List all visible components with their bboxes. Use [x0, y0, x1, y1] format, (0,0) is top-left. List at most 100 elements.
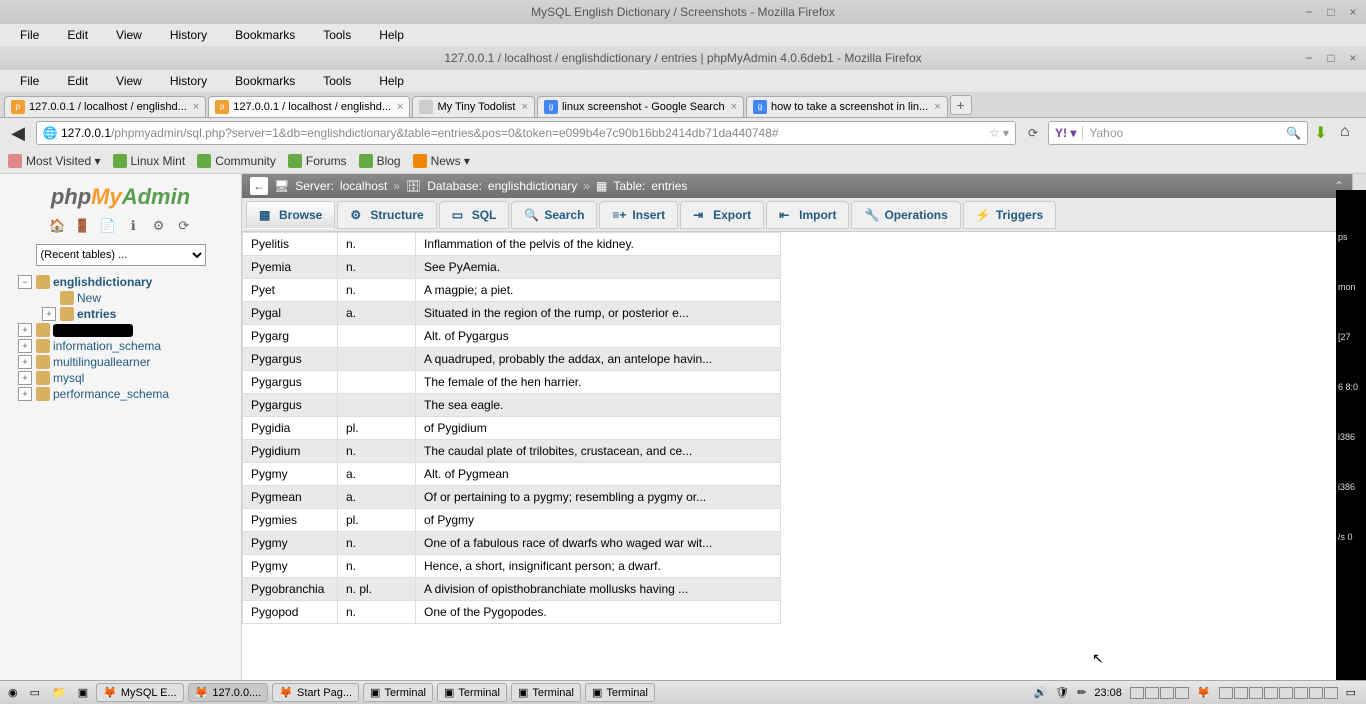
menu-file[interactable]: File [8, 72, 51, 90]
table-row[interactable]: PygargusThe female of the hen harrier. [243, 371, 781, 394]
settings-icon[interactable]: ⚙ [150, 218, 168, 236]
tree-item[interactable]: +entries [4, 306, 237, 322]
pma-tab-structure[interactable]: ⚙Structure [337, 201, 436, 229]
close-icon[interactable]: × [1346, 51, 1360, 65]
bookmark-item[interactable]: Blog [359, 154, 401, 168]
bookmark-item[interactable]: Forums [288, 154, 347, 168]
table-row[interactable]: Pygmya.Alt. of Pygmean [243, 463, 781, 486]
pma-tab-search[interactable]: 🔍Search [511, 201, 597, 229]
table-row[interactable]: PygargusA quadruped, probably the addax,… [243, 348, 781, 371]
pma-tab-export[interactable]: ⇥Export [680, 201, 764, 229]
downloads-icon[interactable]: ⬇ [1314, 123, 1334, 143]
tree-item[interactable]: +performance_schema [4, 386, 237, 402]
window-list-icon[interactable]: ▭ [1346, 686, 1356, 699]
menu-help[interactable]: Help [367, 26, 416, 44]
menu-view[interactable]: View [104, 26, 154, 44]
tree-toggle-icon[interactable]: + [18, 355, 32, 369]
tree-item[interactable]: +multilinguallearner [4, 354, 237, 370]
pma-tab-browse[interactable]: ▦Browse [246, 201, 335, 229]
back-button[interactable]: ◀ [6, 121, 30, 145]
terminal-launcher-icon[interactable]: ▣ [74, 686, 92, 699]
table-row[interactable]: Pygala.Situated in the region of the rum… [243, 302, 781, 325]
pma-tab-insert[interactable]: ≡+Insert [599, 201, 678, 229]
table-row[interactable]: PygargAlt. of Pygargus [243, 325, 781, 348]
table-row[interactable]: Pygmyn.Hence, a short, insignificant per… [243, 555, 781, 578]
home-icon[interactable]: ⌂ [1340, 123, 1360, 143]
pma-tab-triggers[interactable]: ⚡Triggers [963, 201, 1056, 229]
search-icon[interactable]: 🔍 [1286, 126, 1301, 140]
browser-tab[interactable]: ghow to take a screenshot in lin...× [746, 96, 948, 117]
tree-item[interactable]: + [4, 322, 237, 338]
reload-button[interactable]: ⟳ [1024, 126, 1042, 140]
sql-icon[interactable]: 📄 [99, 218, 117, 236]
menu-view[interactable]: View [104, 72, 154, 90]
taskbar-window-button[interactable]: 🦊Start Pag... [272, 683, 359, 702]
new-tab-button[interactable]: + [950, 95, 972, 115]
table-row[interactable]: Pygobranchian. pl.A division of opisthob… [243, 578, 781, 601]
home-icon[interactable]: 🏠 [48, 218, 66, 236]
menu-bookmarks[interactable]: Bookmarks [223, 26, 307, 44]
search-engine-selector[interactable]: Y! ▾ [1055, 126, 1083, 140]
taskbar-window-button[interactable]: ▣Terminal [511, 683, 581, 702]
tree-toggle-icon[interactable]: + [18, 387, 32, 401]
taskbar-window-button[interactable]: ▣Terminal [585, 683, 655, 702]
clock[interactable]: 23:08 [1094, 687, 1122, 699]
breadcrumb-server[interactable]: localhost [340, 179, 387, 193]
menu-file[interactable]: File [8, 26, 51, 44]
taskbar-window-button[interactable]: 🦊MySQL E... [96, 683, 184, 702]
firefox-tray-icon[interactable]: 🦊 [1197, 686, 1211, 699]
files-icon[interactable]: 📁 [48, 686, 70, 699]
pma-tab-operations[interactable]: 🔧Operations [851, 201, 960, 229]
url-input[interactable]: 🌐 127.0.0.1/phpmyadmin/sql.php?server=1&… [36, 121, 1016, 145]
tree-item[interactable]: +information_schema [4, 338, 237, 354]
table-row[interactable]: Pygmiespl.of Pygmy [243, 509, 781, 532]
table-row[interactable]: Pygopodn.One of the Pygopodes. [243, 601, 781, 624]
taskbar-window-button[interactable]: 🦊127.0.0.... [188, 683, 269, 702]
breadcrumb-back-icon[interactable]: ← [250, 177, 268, 195]
docs-icon[interactable]: ℹ [124, 218, 142, 236]
minimize-icon[interactable]: − [1302, 5, 1316, 19]
browser-tab[interactable]: ·My Tiny Todolist× [412, 96, 535, 117]
shield-icon[interactable]: 🛡 [1055, 686, 1069, 699]
table-row[interactable]: Pyetn.A magpie; a piet. [243, 279, 781, 302]
table-row[interactable]: Pygidiumn.The caudal plate of trilobites… [243, 440, 781, 463]
tab-close-icon[interactable]: × [934, 101, 940, 113]
menu-edit[interactable]: Edit [55, 72, 100, 90]
tab-close-icon[interactable]: × [193, 101, 199, 113]
dropdown-icon[interactable]: ☆ ▾ [989, 126, 1009, 140]
tree-toggle-icon[interactable]: + [18, 371, 32, 385]
recent-tables-select[interactable]: (Recent tables) ... [36, 244, 206, 266]
bookmark-item[interactable]: Most Visited ▾ [8, 154, 101, 168]
pen-icon[interactable]: ✏ [1077, 686, 1086, 699]
volume-icon[interactable]: 🔊 [1033, 686, 1047, 699]
workspace-switcher-2[interactable] [1219, 687, 1338, 699]
breadcrumb-database[interactable]: englishdictionary [488, 179, 577, 193]
minimize-icon[interactable]: − [1302, 51, 1316, 65]
pma-tab-sql[interactable]: ▭SQL [439, 201, 510, 229]
search-input[interactable]: Y! ▾ Yahoo 🔍 [1048, 121, 1308, 145]
tree-toggle-icon[interactable]: + [18, 339, 32, 353]
menu-help[interactable]: Help [367, 72, 416, 90]
tree-item[interactable]: +mysql [4, 370, 237, 386]
menu-tools[interactable]: Tools [311, 26, 363, 44]
menu-history[interactable]: History [158, 72, 219, 90]
tree-toggle-icon[interactable]: − [18, 275, 32, 289]
table-row[interactable]: Pyemian.See PyAemia. [243, 256, 781, 279]
tab-close-icon[interactable]: × [397, 101, 403, 113]
breadcrumb-table[interactable]: entries [651, 179, 687, 193]
menu-history[interactable]: History [158, 26, 219, 44]
table-row[interactable]: Pygmeana.Of or pertaining to a pygmy; re… [243, 486, 781, 509]
table-row[interactable]: PygargusThe sea eagle. [243, 394, 781, 417]
tree-item[interactable]: New [4, 290, 237, 306]
maximize-icon[interactable]: □ [1324, 51, 1338, 65]
logout-icon[interactable]: 🚪 [73, 218, 91, 236]
menu-tools[interactable]: Tools [311, 72, 363, 90]
table-row[interactable]: Pygmyn.One of a fabulous race of dwarfs … [243, 532, 781, 555]
menu-edit[interactable]: Edit [55, 26, 100, 44]
table-row[interactable]: Pyelitisn.Inflammation of the pelvis of … [243, 233, 781, 256]
workspace-switcher[interactable] [1130, 687, 1189, 699]
browser-tab[interactable]: p127.0.0.1 / localhost / englishd...× [4, 96, 206, 117]
tab-close-icon[interactable]: × [522, 101, 528, 113]
browser-tab[interactable]: p127.0.0.1 / localhost / englishd...× [208, 96, 410, 117]
bookmark-item[interactable]: News ▾ [413, 154, 470, 168]
